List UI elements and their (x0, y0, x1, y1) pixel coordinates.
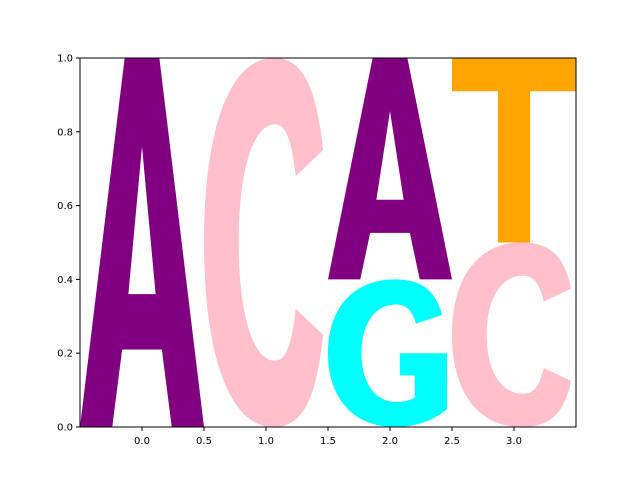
glyph-C-pos-1 (204, 58, 324, 427)
y-tick-label: 1.0 (57, 54, 73, 65)
glyph-C-pos-3 (452, 242, 572, 427)
x-tick-label: 2.0 (382, 436, 398, 447)
x-tick-label: 0.5 (196, 436, 212, 447)
x-tick-label: 0.0 (134, 436, 150, 447)
y-tick-label: 0.4 (57, 275, 73, 286)
y-tick-label: 0.0 (57, 423, 73, 434)
y-tick-label: 0.8 (57, 127, 73, 138)
glyph-T-pos-3 (452, 58, 576, 243)
y-tick-label: 0.6 (57, 201, 73, 212)
x-tick-label: 2.5 (444, 436, 460, 447)
x-tick-label: 1.0 (258, 436, 274, 447)
glyph-layer (80, 58, 576, 427)
x-tick-label: 3.0 (506, 436, 522, 447)
sequence-logo-chart: 0.0 0.5 1.0 1.5 2.0 2.5 3.0 0.0 0.2 0.4 0.6 0.8 1.0 (57, 54, 577, 447)
y-tick-label: 0.2 (57, 349, 73, 360)
glyph-A-pos-2 (328, 58, 452, 280)
glyph-G-pos-2 (328, 279, 448, 427)
x-tick-label: 1.5 (320, 436, 336, 447)
glyph-A-pos-0 (80, 58, 204, 427)
